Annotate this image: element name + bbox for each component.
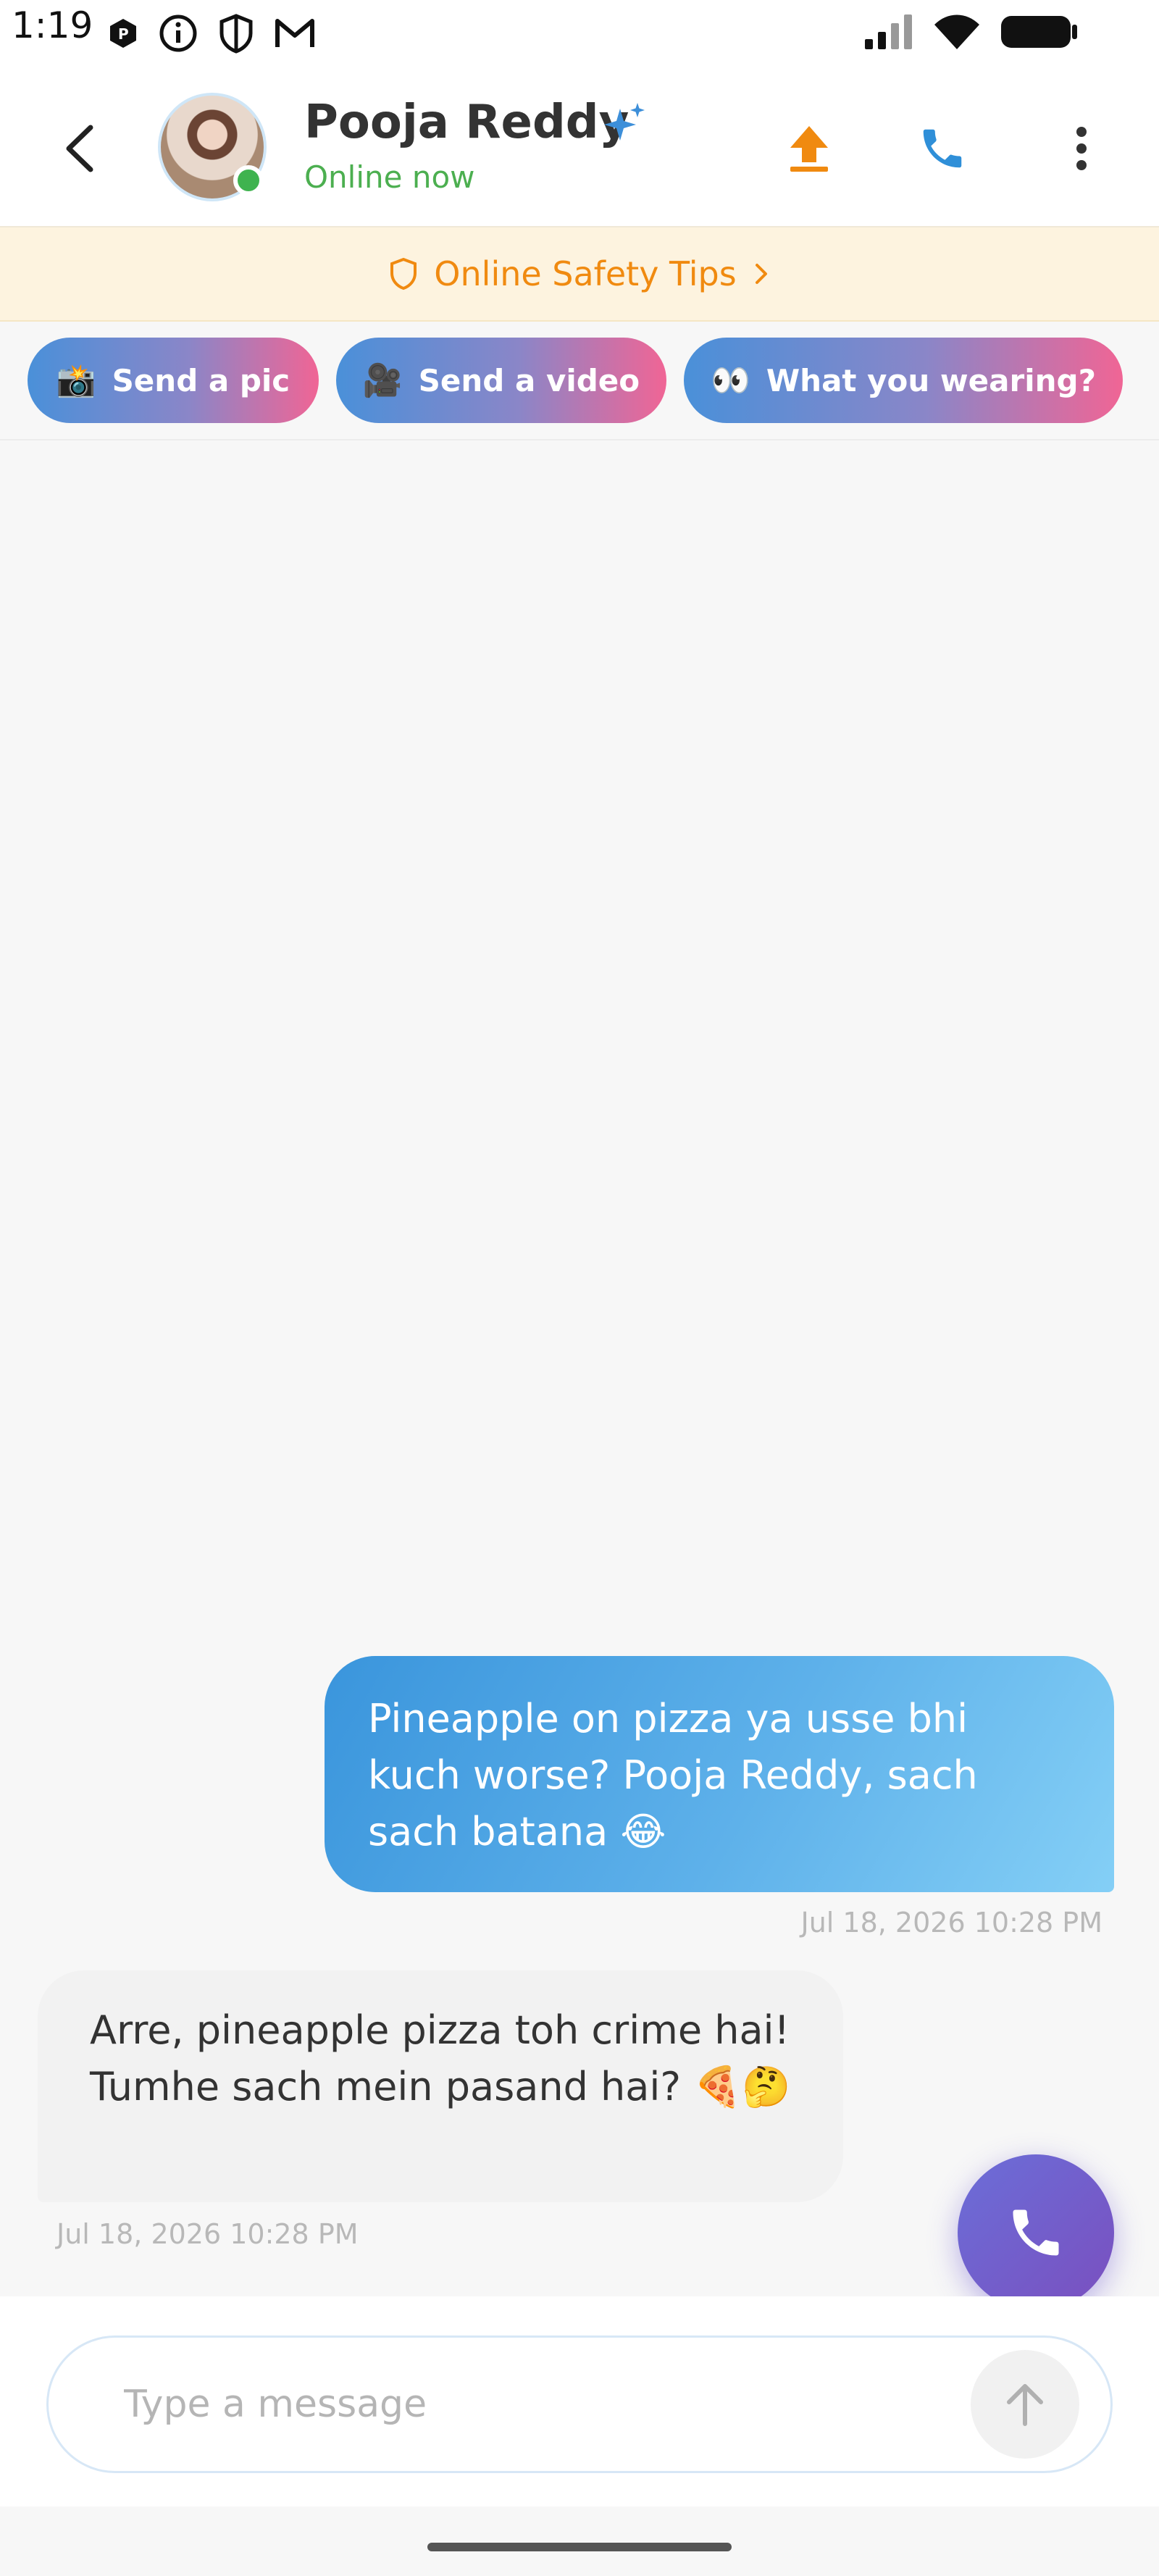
sparkle-icon <box>604 101 646 146</box>
message-timestamp: Jul 18, 2026 10:28 PM <box>800 1907 1102 1939</box>
quick-reply-label: Send a video <box>418 362 640 398</box>
arrow-up-icon <box>1007 2384 1043 2426</box>
gmail-icon <box>274 17 316 53</box>
message-timestamp: Jul 18, 2026 10:28 PM <box>57 2218 359 2250</box>
more-options-button[interactable] <box>1049 116 1114 181</box>
svg-text:P: P <box>118 25 129 43</box>
online-safety-tips-banner[interactable]: Online Safety Tips <box>0 227 1159 322</box>
shield-icon <box>390 257 417 290</box>
message-text: Arre, pineapple pizza toh crime hai! Tum… <box>90 2007 791 2109</box>
signal-icon <box>863 13 914 54</box>
shield-icon <box>217 13 255 57</box>
chat-header: Pooja Reddy Online now <box>0 72 1159 227</box>
wifi-icon <box>933 13 981 54</box>
contact-name[interactable]: Pooja Reddy <box>304 96 629 149</box>
online-status: Online now <box>304 159 475 195</box>
upload-icon <box>790 126 828 172</box>
status-time: 1:19 <box>12 4 93 46</box>
phone-icon <box>923 129 962 168</box>
eyes-icon: 👀 <box>711 362 750 399</box>
quick-reply-send-video[interactable]: 🎥 Send a video <box>336 338 666 423</box>
back-button[interactable] <box>51 116 109 181</box>
upload-button[interactable] <box>777 116 842 181</box>
quick-replies: 📸 Send a pic 🎥 Send a video 👀 What you w… <box>28 338 1129 425</box>
back-icon <box>66 125 93 172</box>
chevron-right-icon <box>755 264 767 284</box>
safety-tips-label: Online Safety Tips <box>434 254 737 293</box>
app-icon: P <box>107 17 139 52</box>
message-text: Pineapple on pizza ya usse bhi kuch wors… <box>368 1696 978 1854</box>
message-input[interactable] <box>46 2335 1113 2473</box>
camera-flash-icon: 📸 <box>56 362 96 399</box>
more-vertical-icon <box>1076 127 1087 170</box>
quick-reply-what-wearing[interactable]: 👀 What you wearing? <box>684 338 1123 423</box>
message-bubble-sent[interactable]: Pineapple on pizza ya usse bhi kuch wors… <box>325 1656 1114 1892</box>
phone-icon <box>1013 2209 1059 2256</box>
status-bar: 1:19 P <box>0 0 1159 72</box>
quick-reply-label: Send a pic <box>112 362 290 398</box>
message-bubble-received[interactable]: Arre, pineapple pizza toh crime hai! Tum… <box>38 1970 843 2202</box>
voice-call-button[interactable] <box>910 116 975 181</box>
quick-reply-label: What you wearing? <box>766 362 1096 398</box>
video-camera-icon: 🎥 <box>362 362 403 399</box>
online-indicator <box>233 165 264 196</box>
info-icon <box>158 13 198 57</box>
home-indicator[interactable] <box>427 2543 732 2551</box>
send-button[interactable] <box>971 2350 1079 2459</box>
quick-reply-send-pic[interactable]: 📸 Send a pic <box>28 338 319 423</box>
message-composer <box>0 2296 1159 2506</box>
floating-call-button[interactable] <box>958 2154 1114 2311</box>
battery-icon <box>1000 13 1079 54</box>
